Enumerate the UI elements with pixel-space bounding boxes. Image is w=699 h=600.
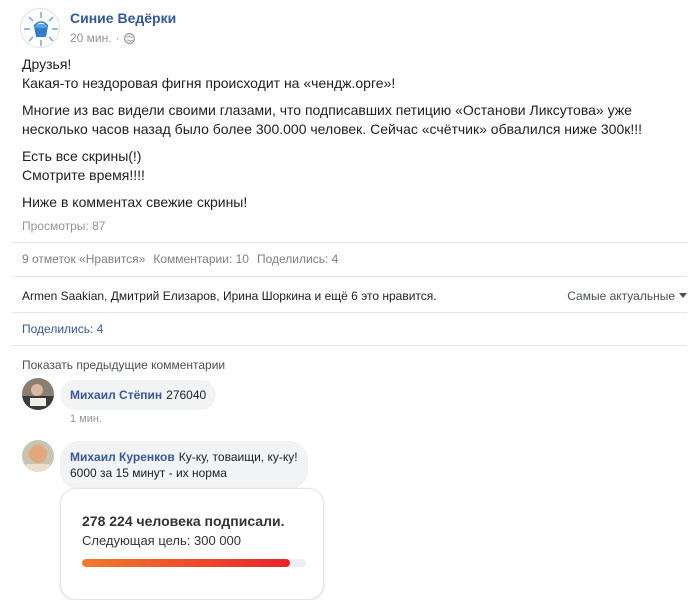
likes-count-link[interactable]: 9 отметок «Нравится» [22,252,145,266]
comment-text-line2: 6000 за 15 минут - их норма [70,466,227,480]
petition-progress-fill [82,559,290,567]
sort-comments-dropdown[interactable]: Самые актуальные [567,289,687,303]
page-name-link[interactable]: Синие Ведёрки [70,10,176,26]
commenter-avatar[interactable] [22,440,54,472]
comments-count-link[interactable]: Комментарии: 10 [153,252,249,266]
divider [12,242,687,243]
comment-text: 276040 [166,388,207,402]
shares-count-link[interactable]: Поделились: 4 [257,252,338,266]
petition-progress-bar [82,559,306,567]
petition-signed-count: 278 224 человека подписали. [82,513,285,529]
post-paragraph: Ниже в комментах свежие скрины! [22,194,248,210]
comment-attached-image[interactable]: 278 224 человека подписали. Следующая це… [60,488,324,600]
user-photo-icon [22,378,54,410]
sort-label: Самые актуальные [567,289,675,303]
comment-bubble: Михаил Куренков Ку-ку, товаищи, ку-ку! 60… [60,441,308,489]
shares-link[interactable]: Поделились: 4 [22,322,103,336]
post-meta: 20 мин. · [70,31,135,45]
divider [12,345,687,346]
commenter-avatar[interactable] [22,378,54,410]
views-count: Просмотры: 87 [22,219,106,233]
user-photo-icon [22,440,54,472]
comment-time[interactable]: 1 мин. [70,413,102,425]
separator-dot: · [115,31,120,45]
petition-next-goal: Следующая цель: 300 000 [82,533,242,548]
divider [12,312,687,313]
post-paragraph: Многие из вас видели своими глазами, что… [22,102,643,137]
comment-author-link[interactable]: Михаил Куренков [70,450,175,464]
post-time[interactable]: 20 мин. [70,31,112,45]
likers-list[interactable]: Armen Saakian, Дмитрий Елизаров, Ирина Ш… [22,289,437,303]
post-paragraph: Есть все скрины(!) Смотрите время!!!! [22,148,145,183]
post-stats: 9 отметок «Нравится» Комментарии: 10 Под… [22,252,338,266]
caret-down-icon [679,293,687,298]
post-paragraph: Друзья! Какая-то нездоровая фигня происхо… [22,56,396,91]
post-text: Друзья! Какая-то нездоровая фигня происхо… [22,55,682,220]
comment-author-link[interactable]: Михаил Стёпин [70,388,162,402]
comment-bubble: Михаил Стёпин 276040 [60,380,217,410]
blue-bucket-logo-icon [22,10,59,47]
page-avatar[interactable] [20,8,60,48]
globe-icon [123,32,135,44]
comment-text: Ку-ку, товаищи, ку-ку! [178,450,298,464]
show-previous-comments-link[interactable]: Показать предыдущие комментарии [22,358,225,372]
divider [12,276,687,277]
